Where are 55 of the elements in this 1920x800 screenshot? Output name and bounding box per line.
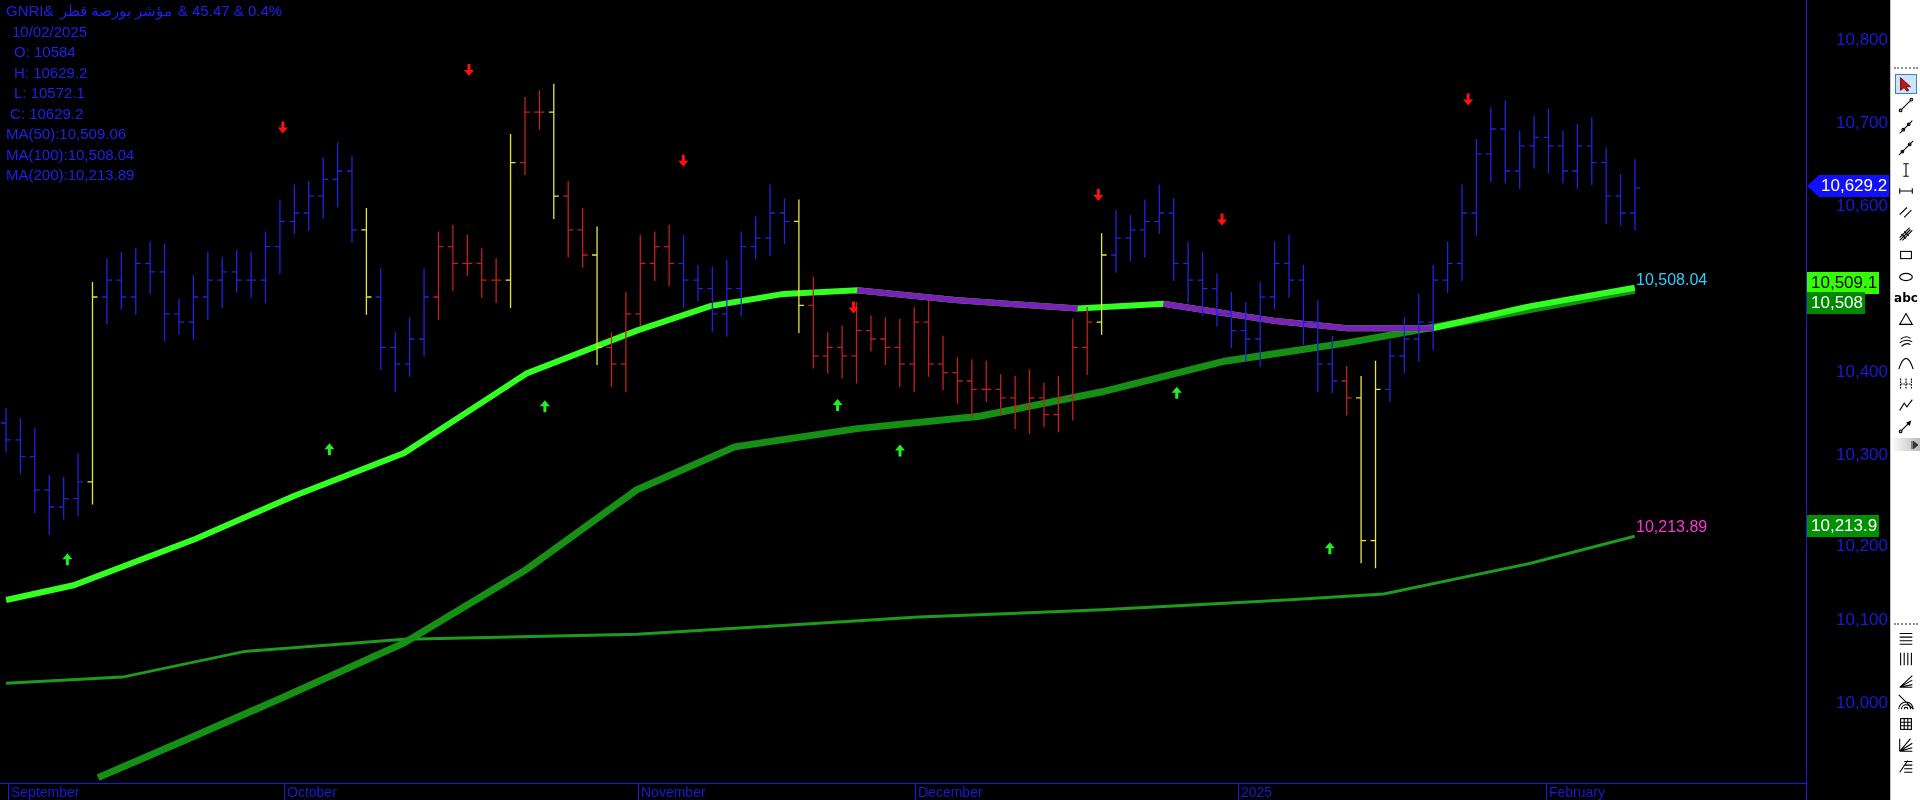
down-arrow-icon bbox=[1463, 93, 1474, 106]
toolbar-grip[interactable] bbox=[1894, 67, 1918, 70]
ohlc-reading: H: 10629.2 bbox=[13, 62, 89, 83]
up-arrow-icon bbox=[324, 443, 335, 456]
chart-title: GNRI& bbox=[6, 1, 54, 21]
speed-tool-icon bbox=[1897, 736, 1915, 754]
arcs-tool-icon bbox=[1897, 693, 1915, 712]
month-label: September bbox=[8, 784, 80, 800]
toolbar-grip[interactable] bbox=[1894, 623, 1918, 626]
month-label: October bbox=[284, 784, 337, 800]
current-price-tag: 10,629.2 bbox=[1807, 175, 1890, 197]
line-value-label: 10,508.04 bbox=[1636, 271, 1708, 289]
price-tag: 10,213.9 bbox=[1807, 515, 1880, 537]
month-label: February bbox=[1546, 784, 1606, 800]
retrace-tool-icon bbox=[1897, 757, 1915, 776]
price-tick-label: 10,000 bbox=[1836, 694, 1888, 712]
month-label: December bbox=[915, 784, 983, 800]
down-arrow-icon bbox=[1093, 188, 1104, 201]
chart-title: مؤشر بورصة قطر bbox=[59, 1, 172, 22]
ohlc-reading: MA(50):10,509.06 bbox=[6, 124, 128, 144]
down-arrow-icon bbox=[848, 301, 859, 314]
ohlc-reading: 10/02/2025 bbox=[11, 21, 89, 42]
line-value-label: 10,213.89 bbox=[1636, 518, 1708, 536]
month-label: 2025 bbox=[1238, 784, 1273, 800]
price-tag: 10,508 bbox=[1807, 292, 1865, 314]
price-tick-label: 10,200 bbox=[1836, 537, 1888, 555]
price-tick-label: 10,100 bbox=[1836, 611, 1888, 629]
down-arrow-icon bbox=[464, 64, 474, 76]
up-arrow-icon bbox=[832, 399, 843, 412]
price-tag: 10,509.1 bbox=[1807, 272, 1880, 294]
ohlc-reading: O: 10584 bbox=[13, 42, 77, 62]
price-tick-label: 10,600 bbox=[1836, 197, 1888, 215]
expand-icon bbox=[1911, 440, 1918, 449]
chart-title: & 45.47 & 0.4% bbox=[177, 1, 283, 21]
ohlc-reading: MA(200):10,213.89 bbox=[6, 165, 136, 185]
up-arrow-icon bbox=[1324, 542, 1335, 555]
price-tick-label: 10,400 bbox=[1836, 363, 1888, 381]
down-arrow-icon bbox=[277, 121, 288, 134]
line-tool-icon bbox=[1897, 96, 1915, 115]
drawing-tool-button[interactable] bbox=[1895, 74, 1917, 94]
price-tick-label: 10,700 bbox=[1836, 114, 1888, 132]
extended-tool-icon bbox=[1897, 139, 1915, 158]
up-arrow-icon bbox=[62, 553, 73, 566]
month-label: November bbox=[638, 784, 706, 800]
price-tick-label: 10,300 bbox=[1836, 446, 1888, 464]
toolbar-expand-button[interactable] bbox=[1891, 438, 1920, 451]
up-arrow-icon bbox=[1171, 386, 1182, 399]
down-arrow-icon bbox=[678, 154, 689, 167]
ohlc-reading: MA(100):10,508.04 bbox=[6, 144, 136, 165]
up-arrow-icon bbox=[539, 400, 550, 413]
ohlc-reading: L: 10572.1 bbox=[13, 83, 86, 103]
price-tick-label: 10,800 bbox=[1836, 31, 1888, 49]
ohlc-reading: C: 10629.2 bbox=[9, 103, 85, 124]
down-arrow-icon bbox=[1217, 213, 1228, 226]
up-arrow-icon bbox=[895, 444, 905, 457]
